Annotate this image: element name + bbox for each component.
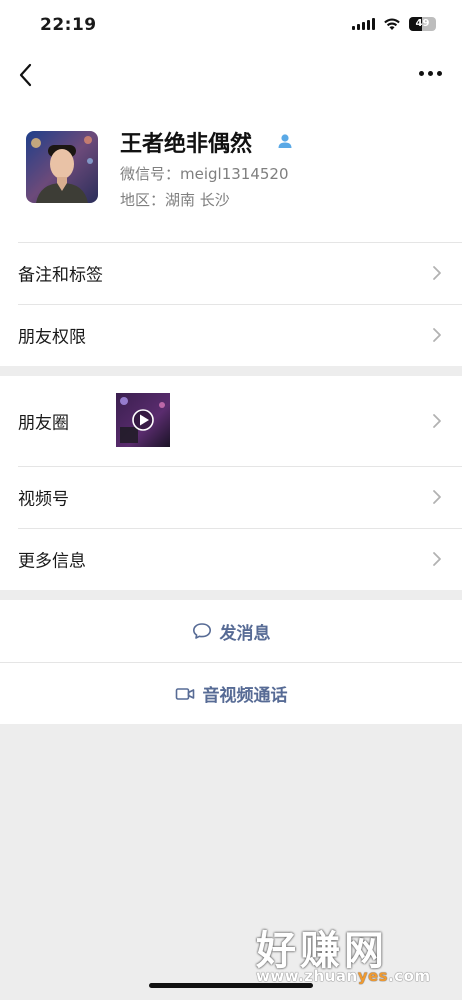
status-bar: 22:19 49 — [0, 0, 462, 50]
menu-item-label: 备注和标签 — [18, 265, 103, 286]
divider — [18, 242, 462, 243]
person-icon — [278, 134, 292, 148]
section-gap — [0, 366, 462, 376]
chevron-right-icon — [433, 328, 441, 342]
chat-bubble-icon — [192, 623, 211, 639]
divider — [18, 304, 462, 305]
chevron-right-icon — [433, 490, 441, 504]
watermark: 好赚网 www.zhuanyes.com — [250, 918, 450, 988]
menu-item-label: 朋友权限 — [18, 327, 86, 348]
status-time: 22:19 — [40, 15, 97, 35]
send-message-button[interactable]: 发消息 — [0, 600, 462, 662]
profile-card: 王者绝非偶然 微信号：meigl1314520 地区：湖南 长沙 — [0, 100, 462, 242]
video-camera-icon — [175, 687, 194, 700]
divider — [18, 466, 462, 467]
watermark-url-suffix: .com — [388, 967, 431, 985]
menu-item-label: 视频号 — [18, 489, 69, 510]
battery-percent: 49 — [415, 18, 430, 29]
avatar[interactable] — [26, 131, 98, 203]
video-call-label: 音视频通话 — [202, 686, 288, 706]
region: 地区：湖南 长沙 — [120, 191, 230, 209]
menu-item-moments[interactable]: 朋友圈 — [0, 376, 462, 466]
section-gap — [0, 590, 462, 600]
chevron-left-icon[interactable] — [16, 62, 36, 88]
nav-bar — [0, 50, 462, 100]
chevron-right-icon — [433, 552, 441, 566]
cellular-signal-icon — [352, 18, 375, 30]
menu-item-more-info[interactable]: 更多信息 — [0, 528, 462, 590]
status-icons: 49 — [352, 17, 436, 31]
header-section: 22:19 49 王者绝非偶然 微信号：meigl1314520 地区：湖南 长… — [0, 0, 462, 242]
chevron-right-icon — [433, 266, 441, 280]
battery-icon: 49 — [409, 17, 436, 31]
divider — [18, 528, 462, 529]
menu-item-label: 朋友圈 — [18, 413, 69, 434]
menu-item-channels[interactable]: 视频号 — [0, 466, 462, 528]
wechat-id: 微信号：meigl1314520 — [120, 165, 289, 183]
video-call-button[interactable]: 音视频通话 — [0, 662, 462, 724]
moments-thumbnail[interactable] — [116, 393, 170, 447]
wifi-icon — [384, 18, 400, 30]
send-message-label: 发消息 — [219, 623, 271, 644]
home-indicator[interactable] — [149, 983, 313, 988]
ellipsis-icon[interactable] — [419, 71, 442, 76]
chevron-right-icon — [433, 414, 441, 428]
menu-item-remark-tags[interactable]: 备注和标签 — [0, 242, 462, 304]
menu-item-label: 更多信息 — [18, 551, 86, 572]
contact-name: 王者绝非偶然 — [120, 132, 253, 157]
watermark-url-highlight: yes — [357, 967, 389, 985]
menu-item-friend-permissions[interactable]: 朋友权限 — [0, 304, 462, 366]
